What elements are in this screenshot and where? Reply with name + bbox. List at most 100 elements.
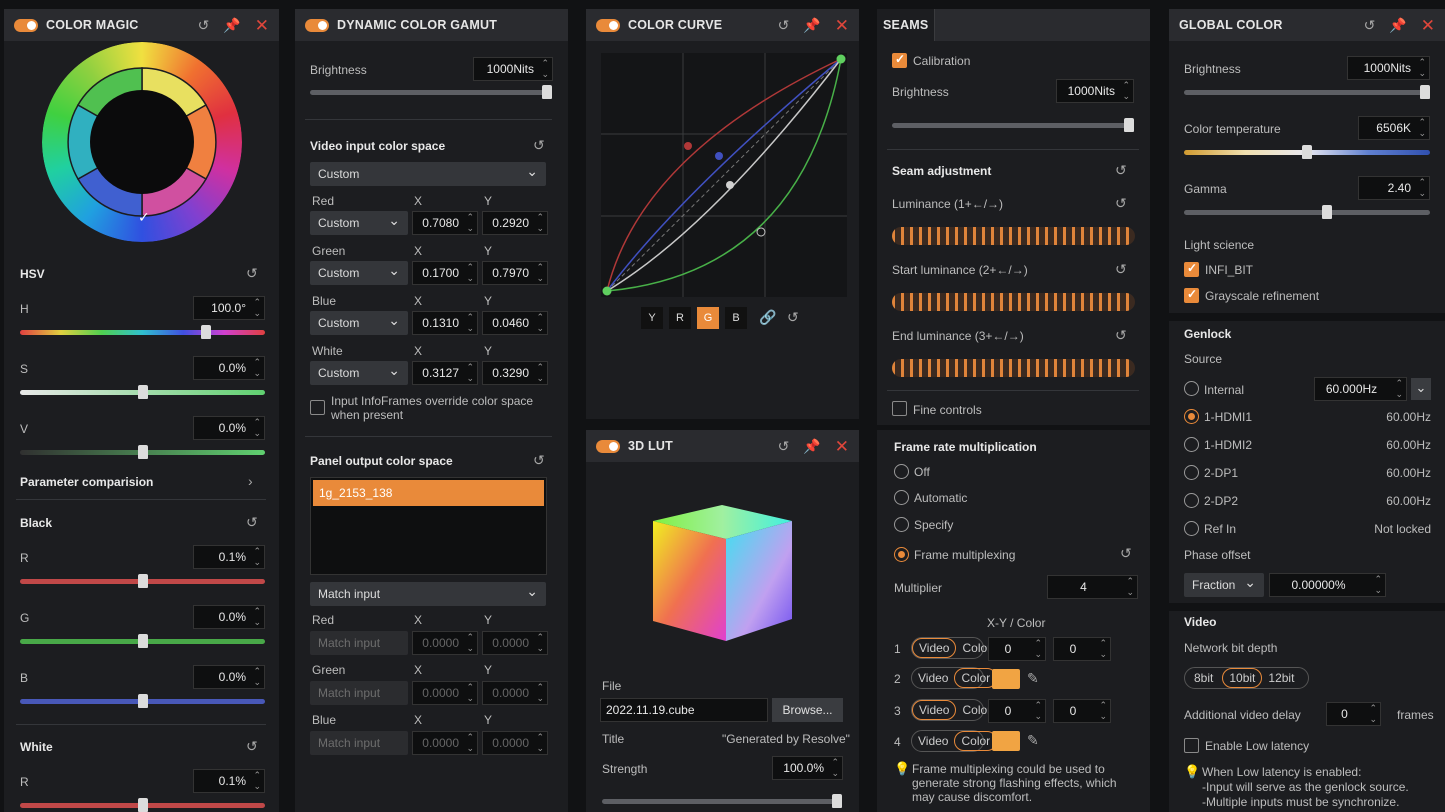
pin-icon[interactable]: 📌: [803, 439, 820, 453]
panel-cs-list[interactable]: 1g_2153_138: [310, 477, 547, 575]
row-1-x-input[interactable]: 0: [988, 637, 1046, 661]
radio-automatic[interactable]: [894, 490, 909, 505]
video-option[interactable]: Video: [912, 668, 954, 688]
source-dp2-radio[interactable]: [1184, 493, 1199, 508]
reset-icon[interactable]: ↺: [246, 739, 258, 753]
row-1-y-input[interactable]: 0: [1053, 637, 1111, 661]
slider-thumb[interactable]: [1420, 85, 1431, 99]
bit-10-option[interactable]: 10bit: [1222, 668, 1263, 688]
reset-icon[interactable]: ↺: [533, 138, 545, 152]
pin-icon[interactable]: 📌: [803, 18, 820, 32]
bitdepth-toggle[interactable]: 8bit 10bit 12bit: [1184, 667, 1309, 689]
gamut-brightness-input[interactable]: 1000Nits: [473, 57, 553, 81]
slider-thumb[interactable]: [1321, 205, 1332, 219]
source-hdmi2-radio[interactable]: [1184, 437, 1199, 452]
blue-mode-select[interactable]: Custom: [310, 311, 408, 335]
luminance-track[interactable]: [892, 227, 1135, 245]
gamut-toggle[interactable]: [305, 18, 329, 32]
red-y-input[interactable]: 0.2920: [482, 211, 548, 235]
slider-thumb[interactable]: [1124, 118, 1135, 132]
input-cs-select[interactable]: Custom: [310, 162, 546, 186]
reset-icon[interactable]: ↺: [1115, 163, 1127, 177]
black-r-input[interactable]: 0.1%: [193, 545, 265, 569]
multiplier-input[interactable]: 4: [1047, 575, 1138, 599]
curve-r-button[interactable]: R: [669, 307, 691, 329]
reset-icon[interactable]: ↺: [246, 515, 258, 529]
h-input[interactable]: 100.0°: [193, 296, 265, 320]
color-option[interactable]: Color: [954, 731, 998, 751]
v-input[interactable]: 0.0%: [193, 416, 265, 440]
s-slider-thumb[interactable]: [137, 385, 148, 399]
color-option[interactable]: Color: [954, 668, 998, 688]
reset-icon[interactable]: ↺: [198, 18, 210, 32]
global-brightness-slider[interactable]: [1184, 85, 1431, 99]
curve-y-button[interactable]: Y: [641, 307, 663, 329]
fine-controls-checkbox[interactable]: [892, 401, 907, 416]
green-y-input[interactable]: 0.7970: [482, 261, 548, 285]
row-2-color-swatch[interactable]: [992, 669, 1020, 689]
black-r-slider[interactable]: [20, 574, 265, 588]
green-mode-select[interactable]: Custom: [310, 261, 408, 285]
row-4-mode-toggle[interactable]: Video Color: [911, 730, 998, 752]
slider-thumb[interactable]: [137, 634, 148, 648]
blue-x-input[interactable]: 0.1310: [412, 311, 478, 335]
reset-icon[interactable]: ↺: [1115, 262, 1127, 276]
calibration-checkbox[interactable]: [892, 52, 907, 68]
reset-icon[interactable]: ↺: [778, 18, 790, 32]
reset-icon[interactable]: ↺: [1120, 546, 1132, 560]
row-3-y-input[interactable]: 0: [1053, 699, 1111, 723]
video-delay-input[interactable]: 0: [1326, 702, 1381, 726]
slider-thumb[interactable]: [832, 794, 843, 808]
link-icon[interactable]: 🔗: [759, 310, 776, 324]
low-latency-checkbox[interactable]: [1184, 738, 1199, 753]
black-g-input[interactable]: 0.0%: [193, 605, 265, 629]
slider-thumb[interactable]: [1302, 145, 1312, 159]
white-r-input[interactable]: 0.1%: [193, 769, 265, 793]
h-slider-thumb[interactable]: [201, 325, 212, 339]
close-icon[interactable]: ✕: [255, 17, 269, 34]
white-y-input[interactable]: 0.3290: [482, 361, 548, 385]
phase-fraction-select[interactable]: Fraction: [1184, 573, 1264, 597]
seams-tab[interactable]: SEAMS: [877, 9, 936, 41]
reset-icon[interactable]: ↺: [778, 439, 790, 453]
infoframes-checkbox[interactable]: [310, 400, 325, 415]
grayscale-checkbox[interactable]: [1184, 287, 1199, 303]
output-match-select[interactable]: Match input: [310, 582, 546, 606]
param-compare-label[interactable]: Parameter comparision: [20, 475, 153, 489]
reset-icon[interactable]: ↺: [533, 453, 545, 467]
s-slider[interactable]: [20, 385, 265, 399]
source-hdmi1-radio[interactable]: [1184, 409, 1199, 424]
close-icon[interactable]: ✕: [835, 17, 849, 34]
curve-g-button[interactable]: G: [697, 307, 719, 329]
h-slider[interactable]: [20, 325, 265, 339]
radio-off[interactable]: [894, 464, 909, 479]
video-option[interactable]: Video: [912, 731, 954, 751]
row-3-x-input[interactable]: 0: [988, 699, 1046, 723]
video-option[interactable]: Video: [912, 638, 957, 658]
lut-strength-input[interactable]: 100.0%: [772, 756, 843, 780]
color-temp-input[interactable]: 6506K: [1358, 116, 1430, 140]
slider-thumb[interactable]: [137, 798, 148, 812]
internal-freq-input[interactable]: 60.000Hz: [1314, 377, 1407, 401]
red-x-input[interactable]: 0.7080: [412, 211, 478, 235]
bit-8-option[interactable]: 8bit: [1185, 668, 1222, 688]
white-x-input[interactable]: 0.3127: [412, 361, 478, 385]
red-mode-select[interactable]: Custom: [310, 211, 408, 235]
panel-cs-item[interactable]: 1g_2153_138: [313, 480, 544, 506]
black-b-input[interactable]: 0.0%: [193, 665, 265, 689]
global-brightness-input[interactable]: 1000Nits: [1347, 56, 1430, 80]
source-dp1-radio[interactable]: [1184, 465, 1199, 480]
pin-icon[interactable]: 📌: [1389, 18, 1406, 32]
color-curve-toggle[interactable]: [596, 18, 620, 32]
source-internal-radio[interactable]: [1184, 381, 1199, 396]
radio-frame-multiplexing[interactable]: [894, 547, 909, 562]
radio-specify[interactable]: [894, 517, 909, 532]
v-slider[interactable]: [20, 445, 265, 459]
bit-12-option[interactable]: 12bit: [1262, 668, 1300, 688]
pin-icon[interactable]: 📌: [223, 18, 240, 32]
color-temp-slider[interactable]: [1184, 145, 1430, 159]
blue-y-input[interactable]: 0.0460: [482, 311, 548, 335]
gamma-input[interactable]: 2.40: [1358, 176, 1430, 200]
phase-offset-input[interactable]: 0.00000%: [1269, 573, 1386, 597]
reset-icon[interactable]: ↺: [1115, 328, 1127, 342]
